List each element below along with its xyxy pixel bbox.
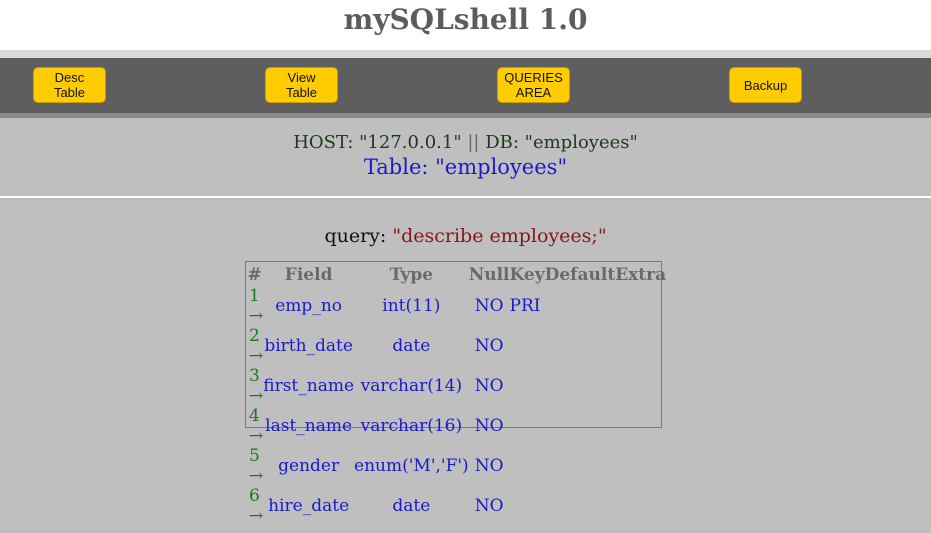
divider <box>0 196 931 198</box>
table-header-row: # Field Type Null Key Default Extra <box>246 262 666 286</box>
table-row: 1 → emp_no int(11) NO PRI <box>246 286 666 326</box>
cell-extra <box>615 486 666 526</box>
cell-default <box>545 326 616 366</box>
toolbar-spacer <box>0 50 931 58</box>
cell-default <box>545 406 616 446</box>
cell-type: date <box>392 336 431 356</box>
connection-info: HOST: "127.0.0.1" || DB: "employees" Tab… <box>0 118 931 196</box>
db-value: "employees" <box>524 132 638 153</box>
table-line: Table: "employees" <box>0 155 931 179</box>
cell-extra <box>615 286 666 326</box>
toolbar: Desc Table View Table QUERIES AREA Backu… <box>0 58 931 113</box>
db-label: DB: <box>485 132 519 153</box>
col-header-key: Key <box>509 264 545 285</box>
cell-null: NO <box>474 336 504 356</box>
cell-field: first_name <box>263 376 355 396</box>
cell-null: NO <box>474 416 504 436</box>
col-header-default: Default <box>544 264 616 285</box>
row-number: 3 → <box>249 366 264 406</box>
view-table-button[interactable]: View Table <box>265 67 338 103</box>
cell-extra <box>615 446 666 486</box>
desc-table-button[interactable]: Desc Table <box>33 67 106 103</box>
table-label: Table: <box>363 155 429 179</box>
cell-key <box>510 326 545 366</box>
cell-extra <box>615 326 666 366</box>
separator: || <box>467 132 480 153</box>
table-row: 5 → gender enum('M','F') NO <box>246 446 666 486</box>
host-label: HOST: <box>293 132 354 153</box>
row-number: 6 → <box>249 486 264 526</box>
cell-default <box>545 366 616 406</box>
col-header-null: Null <box>468 264 510 285</box>
cell-extra <box>615 366 666 406</box>
cell-null: NO <box>474 496 504 516</box>
cell-type: varchar(14) <box>360 376 463 396</box>
cell-field: emp_no <box>275 296 342 316</box>
cell-field: gender <box>278 456 340 476</box>
cell-type: varchar(16) <box>360 416 463 436</box>
backup-button[interactable]: Backup <box>729 67 802 103</box>
row-number: 4 → <box>249 406 264 446</box>
table-row: 4 → last_name varchar(16) NO <box>246 406 666 446</box>
cell-default <box>545 486 616 526</box>
cell-type: date <box>392 496 431 516</box>
cell-type: enum('M','F') <box>354 456 469 476</box>
queries-area-button[interactable]: QUERIES AREA <box>497 67 570 103</box>
col-header-field: Field <box>284 264 333 285</box>
host-value: "127.0.0.1" <box>359 132 462 153</box>
host-db-line: HOST: "127.0.0.1" || DB: "employees" <box>0 132 931 153</box>
result-table: # Field Type Null Key Default Extra 1 → … <box>245 261 666 526</box>
app-title: mySQLshell 1.0 <box>343 3 588 36</box>
row-number: 1 → <box>249 286 264 326</box>
cell-default <box>545 286 616 326</box>
cell-key <box>510 366 545 406</box>
cell-key <box>510 446 545 486</box>
col-header-extra: Extra <box>615 264 667 285</box>
cell-key <box>510 406 545 446</box>
title-bar: mySQLshell 1.0 <box>0 0 931 50</box>
query-text: "describe employees;" <box>392 225 607 247</box>
cell-key: PRI <box>509 296 541 316</box>
col-header-type: Type <box>389 264 434 285</box>
cell-field: hire_date <box>268 496 350 516</box>
table-row: 3 → first_name varchar(14) NO <box>246 366 666 406</box>
cell-field: birth_date <box>264 336 353 356</box>
table-row: 6 → hire_date date NO <box>246 486 666 526</box>
query-line: query: "describe employees;" <box>0 225 931 247</box>
query-label: query: <box>324 225 387 247</box>
cell-default <box>545 446 616 486</box>
cell-null: NO <box>474 376 504 396</box>
cell-null: NO <box>474 296 504 316</box>
row-number: 5 → <box>249 446 264 486</box>
table-row: 2 → birth_date date NO <box>246 326 666 366</box>
cell-key <box>510 486 545 526</box>
row-number: 2 → <box>249 326 264 366</box>
cell-null: NO <box>474 456 504 476</box>
cell-field: last_name <box>265 416 353 436</box>
table-value: "employees" <box>435 155 568 179</box>
col-header-num: # <box>247 264 262 285</box>
cell-extra <box>615 406 666 446</box>
describe-table: # Field Type Null Key Default Extra 1 → … <box>246 262 666 527</box>
cell-type: int(11) <box>382 296 441 316</box>
